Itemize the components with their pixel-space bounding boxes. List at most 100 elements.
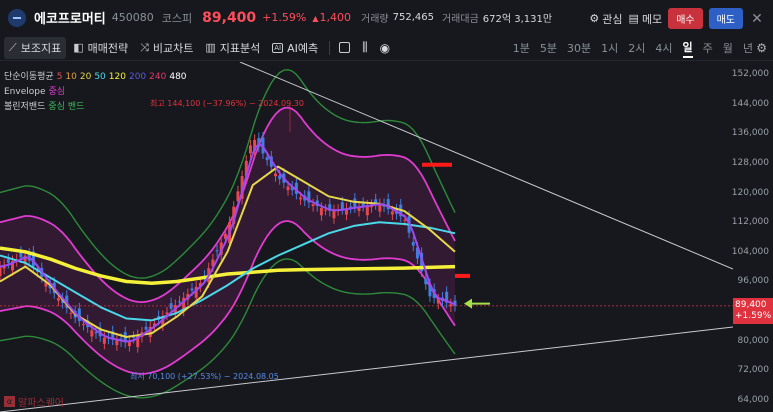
legend-ma-row[interactable]: 단순이동평균 5 10 20 50 120 200 240 480	[4, 70, 187, 85]
low-annotation: 최저 70,100 (+27.53%) − 2024.08.05	[130, 372, 279, 381]
close-icon[interactable]: ✕	[749, 11, 765, 27]
alphasquare-logo-icon: α	[4, 396, 15, 407]
legend-envelope-label: Envelope	[4, 87, 46, 97]
candle-body	[190, 288, 194, 291]
candle-body	[299, 197, 303, 200]
period-selector: 1분 5분 30분 1시 2시 4시 일 주 월 년	[513, 35, 753, 61]
analysis-icon: ▥	[205, 41, 216, 54]
favorite-label: 관심	[602, 12, 623, 26]
current-price: 89,400	[202, 9, 257, 26]
ai-icon: AI	[272, 42, 284, 53]
candle-body	[424, 278, 428, 285]
buy-button[interactable]: 매수	[668, 8, 703, 29]
period-week[interactable]: 주	[703, 40, 713, 56]
current-price-tag-change: +1.59%	[735, 310, 772, 321]
legend-ma-value: 120	[108, 72, 126, 82]
compare-icon: ⤨	[140, 40, 149, 54]
stock-header: 에코프로머티 450080 코스피 89,400 +1.59% 1,400 거래…	[0, 0, 773, 35]
candle-body	[69, 312, 73, 314]
legend-bollinger-sub: 중심 밴드	[48, 102, 85, 112]
candle-body	[324, 209, 328, 211]
period-2h[interactable]: 2시	[628, 40, 645, 56]
volume-value: 752,465	[392, 12, 434, 23]
candle-body	[436, 299, 440, 304]
candle-body	[90, 330, 94, 337]
price-axis: 152,000 144,000 136,000 128,000 120,000 112,0…	[731, 62, 773, 412]
price-axis-tick: 96,000	[737, 276, 770, 287]
stock-logo-icon	[8, 8, 26, 27]
watermark-text: 알파스퀘어	[18, 398, 64, 409]
price-axis-tick: 72,000	[737, 365, 770, 376]
tool-indicators[interactable]: ⟋ 보조지표	[4, 36, 67, 59]
candle-body	[215, 250, 219, 252]
screenshot-button[interactable]: ◉	[375, 38, 395, 58]
candle-body	[177, 301, 181, 303]
chart-toolbar: ⟋ 보조지표 ◧ 매매전략 ⤨ 비교차트 ▥ 지표분석 AI AI예측 ⫼ ◉ …	[0, 35, 773, 61]
candle-body	[340, 202, 344, 210]
candle-body	[56, 298, 60, 301]
candle-body	[265, 157, 269, 161]
price-axis-tick: 104,000	[731, 246, 769, 257]
checkbox-icon	[339, 42, 351, 53]
indicator-icon: ⟋	[9, 40, 17, 54]
tool-trading-strategy[interactable]: ◧ 매매전략	[68, 37, 133, 59]
legend-ma-value: 10	[65, 72, 77, 82]
legend-ma-value: 200	[128, 72, 147, 82]
price-axis-tick: 120,000	[731, 187, 769, 198]
legend-ma-value: 240	[149, 72, 167, 82]
chart-settings-gear-icon[interactable]: ⚙	[756, 41, 767, 55]
period-year[interactable]: 년	[743, 40, 753, 56]
candle-body	[311, 204, 315, 207]
candlestick-icon: ⫼	[362, 40, 368, 54]
period-5m[interactable]: 5분	[540, 40, 557, 56]
stock-name[interactable]: 에코프로머티	[34, 8, 106, 27]
legend-ma-value: 20	[79, 72, 92, 82]
period-30m[interactable]: 30분	[567, 40, 591, 56]
candle-body	[81, 324, 85, 326]
tool-analysis-label: 지표분석	[219, 41, 261, 55]
candle-body	[115, 340, 119, 346]
candle-type-button[interactable]: ⫼	[357, 37, 373, 58]
period-1h[interactable]: 1시	[601, 40, 618, 56]
favorite-button[interactable]: ⚙ 관심	[589, 11, 622, 27]
memo-label: 메모	[641, 12, 663, 26]
period-1m[interactable]: 1분	[513, 40, 530, 56]
change-amount: 1,400	[312, 11, 352, 24]
price-axis-tick: 128,000	[731, 157, 769, 168]
tool-indicator-analysis[interactable]: ▥ 지표분석	[200, 37, 265, 59]
tool-strategy-label: 매매전략	[87, 41, 129, 55]
current-price-tag: 89,400 +1.59%	[733, 297, 773, 324]
price-axis-tick: 144,000	[731, 98, 769, 109]
tool-compare-label: 비교차트	[152, 41, 194, 55]
memo-button[interactable]: ▤ 메모	[629, 11, 663, 27]
change-percent: +1.59%	[262, 11, 307, 24]
candle-body	[144, 326, 148, 330]
price-axis-tick: 64,000	[737, 395, 770, 405]
tool-ai-label: AI예측	[287, 41, 319, 55]
memo-icon: ▤	[628, 12, 639, 25]
legend-bollinger-label: 볼린저밴드	[4, 102, 46, 112]
current-price-tag-value: 89,400	[735, 299, 767, 310]
period-month[interactable]: 월	[723, 40, 733, 56]
price-axis-tick: 112,000	[731, 217, 769, 228]
price-axis-tick: 136,000	[731, 128, 769, 139]
candle-body	[6, 259, 10, 263]
legend-ma-label: 단순이동평균	[4, 72, 54, 82]
price-axis-tick: 80,000	[737, 335, 770, 346]
sell-button[interactable]: 매도	[708, 8, 743, 29]
tool-ai-forecast[interactable]: AI AI예측	[267, 37, 323, 59]
candle-body	[286, 186, 290, 191]
candle-body	[248, 145, 252, 154]
candle-body	[274, 173, 278, 177]
checkbox-tool[interactable]	[334, 39, 355, 56]
candle-body	[319, 207, 323, 216]
period-4h[interactable]: 4시	[655, 40, 672, 56]
tool-compare-chart[interactable]: ⤨ 비교차트	[135, 37, 198, 59]
period-day[interactable]: 일	[682, 39, 693, 58]
amount-label: 거래대금	[441, 14, 479, 25]
candle-body	[102, 337, 106, 344]
market-label: 코스피	[161, 11, 193, 25]
legend-ma-values: 5 10 20 50 120 200 240 480	[57, 70, 187, 85]
amount-value: 672억 3,131만	[482, 14, 553, 25]
strategy-icon: ◧	[73, 41, 84, 54]
